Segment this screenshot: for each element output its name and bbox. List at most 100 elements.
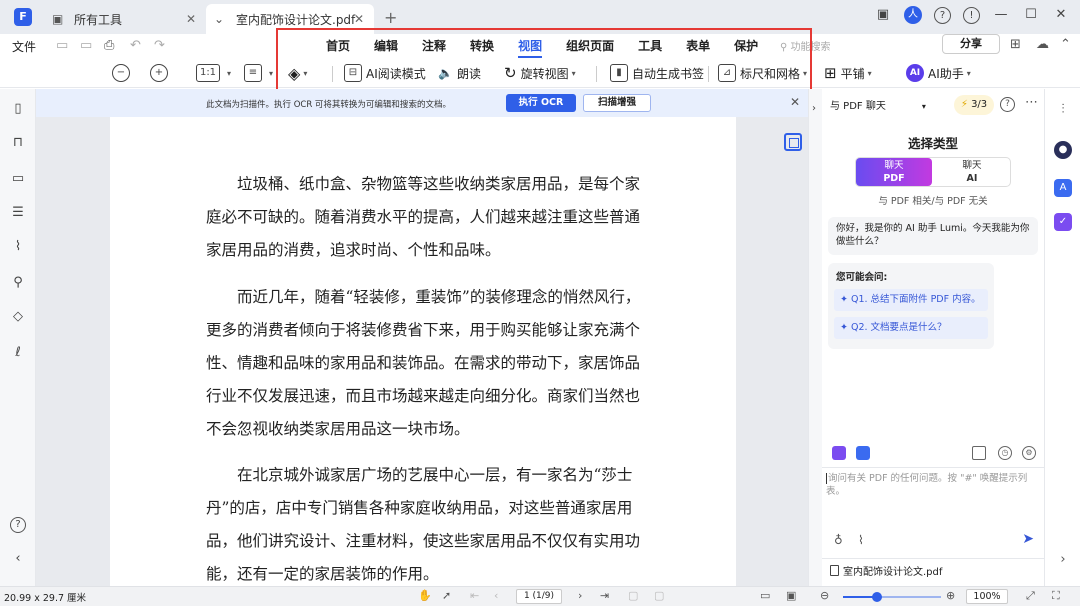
- actual-size-button[interactable]: 1:1 ▾: [196, 62, 231, 84]
- expand-icon[interactable]: ⌃: [1060, 37, 1071, 52]
- select-tool-icon[interactable]: ➚: [442, 589, 451, 602]
- first-page-icon[interactable]: ⇤: [470, 589, 479, 602]
- fit-width-icon[interactable]: ▭: [760, 589, 770, 602]
- rotate-view-button[interactable]: ↻ 旋转视图 ▾: [504, 62, 576, 84]
- collapse-panel-icon[interactable]: ›: [1054, 551, 1072, 569]
- close-icon[interactable]: ✕: [186, 12, 196, 26]
- ai-read-mode-button[interactable]: ⊟ AI阅读模式: [344, 62, 426, 84]
- scan-enhance-button[interactable]: 扫描增强: [583, 94, 651, 112]
- bookmark-icon[interactable]: ⊓: [10, 135, 26, 151]
- maximize-button[interactable]: ☐: [1022, 6, 1040, 24]
- nav-home[interactable]: 首页: [326, 37, 350, 58]
- attachment-icon[interactable]: ⌇: [10, 239, 26, 255]
- rulers-grid-button[interactable]: ⊿ 标尺和网格 ▾: [718, 62, 807, 84]
- hand-tool-icon[interactable]: ✋: [418, 589, 432, 602]
- history-icon[interactable]: ◷: [998, 446, 1012, 460]
- nav-forms[interactable]: 表单: [686, 37, 710, 58]
- page-color-button[interactable]: ◈ ▾: [288, 62, 307, 84]
- zoom-level[interactable]: 100%: [966, 589, 1008, 604]
- comment-icon[interactable]: ▭: [10, 171, 26, 187]
- redo-icon[interactable]: ↷: [154, 38, 165, 53]
- attachment-icon[interactable]: ⌇: [858, 533, 864, 547]
- page-number-input[interactable]: 1 (1/9): [516, 589, 562, 604]
- layers-list-icon[interactable]: ☰: [10, 205, 26, 221]
- page-thumbnail-icon[interactable]: ▯: [10, 101, 26, 117]
- forward-view-icon[interactable]: ▢: [654, 589, 664, 602]
- help-icon[interactable]: ?: [10, 517, 26, 533]
- new-tab-button[interactable]: +: [384, 8, 397, 27]
- fit-page-icon[interactable]: [784, 133, 802, 151]
- zoom-in-icon[interactable]: ⊕: [946, 589, 955, 602]
- zoom-out-button[interactable]: −: [112, 62, 134, 84]
- zoom-in-button[interactable]: +: [150, 62, 172, 84]
- search-icon[interactable]: ⚲: [10, 275, 26, 291]
- page-layout-icon[interactable]: ▣: [786, 589, 796, 602]
- help-icon[interactable]: ?: [934, 6, 951, 24]
- nav-tools[interactable]: 工具: [638, 37, 662, 58]
- panel-divider[interactable]: ›: [808, 89, 822, 586]
- zoom-out-icon[interactable]: ⊖: [820, 589, 829, 602]
- nav-convert[interactable]: 转换: [470, 37, 494, 58]
- translate-icon[interactable]: [856, 446, 870, 460]
- more-icon[interactable]: ⋯: [1024, 96, 1039, 112]
- org-chart-icon[interactable]: ⊞: [1010, 37, 1021, 52]
- back-view-icon[interactable]: ▢: [628, 589, 638, 602]
- tile-button[interactable]: ⊞ 平铺 ▾: [824, 62, 872, 84]
- ai-bot-icon[interactable]: ●: [1054, 141, 1072, 159]
- read-aloud-button[interactable]: 🔈 朗读: [438, 62, 481, 84]
- close-icon[interactable]: ✕: [790, 95, 800, 109]
- notification-icon[interactable]: ▣: [874, 6, 892, 24]
- suggested-question[interactable]: ✦ Q2. 文档要点是什么？: [834, 317, 988, 339]
- run-ocr-button[interactable]: 执行 OCR: [506, 94, 576, 112]
- properties-icon[interactable]: ⫶: [1054, 101, 1072, 119]
- print-icon[interactable]: ⎙: [104, 38, 114, 53]
- next-page-icon[interactable]: ›: [578, 589, 582, 602]
- fullscreen-icon[interactable]: ⛶: [1052, 589, 1060, 603]
- close-window-button[interactable]: ✕: [1052, 6, 1070, 24]
- last-page-icon[interactable]: ⇥: [600, 589, 609, 602]
- settings-icon[interactable]: ⚙: [1022, 446, 1036, 460]
- cloud-upload-icon[interactable]: ☁: [1036, 37, 1049, 52]
- nav-organize[interactable]: 组织页面: [566, 37, 614, 58]
- copy-icon[interactable]: [972, 446, 986, 460]
- undo-icon[interactable]: ↶: [130, 38, 141, 53]
- minimize-button[interactable]: —: [992, 6, 1010, 24]
- ai-assistant-button[interactable]: AI AI助手 ▾: [906, 62, 971, 84]
- help-icon[interactable]: ?: [1000, 97, 1015, 112]
- prev-page-icon[interactable]: ‹: [494, 589, 498, 602]
- chevron-right-icon[interactable]: ›: [812, 103, 816, 114]
- collapse-sidebar-icon[interactable]: ‹: [10, 551, 26, 567]
- page-display-button[interactable]: ≡ ▾: [244, 62, 273, 84]
- document-viewport[interactable]: 垃圾桶、纸巾盒、杂物篮等这些收纳类家居用品，是每个家庭必不可缺的。随着消费水平的…: [36, 117, 808, 586]
- attached-file[interactable]: 室内配饰设计论文.pdf: [822, 558, 1044, 580]
- send-icon[interactable]: ➤: [1022, 531, 1034, 547]
- suggested-question[interactable]: ✦ Q1. 总结下面附件 PDF 内容。: [834, 289, 988, 311]
- fit-page-icon[interactable]: ⤢: [1026, 589, 1035, 603]
- check-icon[interactable]: ✓: [1054, 213, 1072, 231]
- prompt-icon[interactable]: [832, 446, 846, 460]
- translate-icon[interactable]: A: [1054, 179, 1072, 197]
- close-icon[interactable]: ✕: [354, 12, 364, 26]
- save-as-icon[interactable]: ▭: [80, 38, 92, 53]
- file-menu[interactable]: 文件: [12, 38, 36, 55]
- lightbulb-icon[interactable]: ♁: [834, 533, 843, 547]
- nav-protect[interactable]: 保护: [734, 37, 758, 58]
- nav-annotate[interactable]: 注释: [422, 37, 446, 58]
- auto-bookmark-button[interactable]: ▮ 自动生成书签: [610, 62, 704, 84]
- feature-search[interactable]: ⚲ 功能搜索: [780, 38, 831, 53]
- layers-icon[interactable]: ◇: [10, 309, 26, 325]
- chat-mode-select[interactable]: 与 PDF 聊天 ▾: [830, 97, 926, 112]
- chat-pdf-option[interactable]: 聊天 PDF: [856, 158, 932, 186]
- save-icon[interactable]: ▭: [56, 38, 68, 53]
- share-button[interactable]: 分享: [942, 34, 1000, 54]
- chat-input[interactable]: 询问有关 PDF 的任何问题。按 "#" 唤醒提示列表。: [822, 467, 1044, 527]
- chat-ai-option[interactable]: 聊天 AI: [934, 158, 1010, 186]
- avatar[interactable]: 人: [904, 6, 922, 24]
- signature-icon[interactable]: ℓ: [10, 345, 26, 361]
- nav-edit[interactable]: 编辑: [374, 37, 398, 58]
- zoom-slider[interactable]: [843, 592, 941, 602]
- nav-view[interactable]: 视图: [518, 37, 543, 58]
- tab-document[interactable]: ⌄ 室内配饰设计论文.pdf ✕: [206, 4, 374, 34]
- zoom-slider-handle[interactable]: [872, 592, 883, 602]
- tab-all-tools[interactable]: ▣ 所有工具 ✕: [44, 4, 206, 34]
